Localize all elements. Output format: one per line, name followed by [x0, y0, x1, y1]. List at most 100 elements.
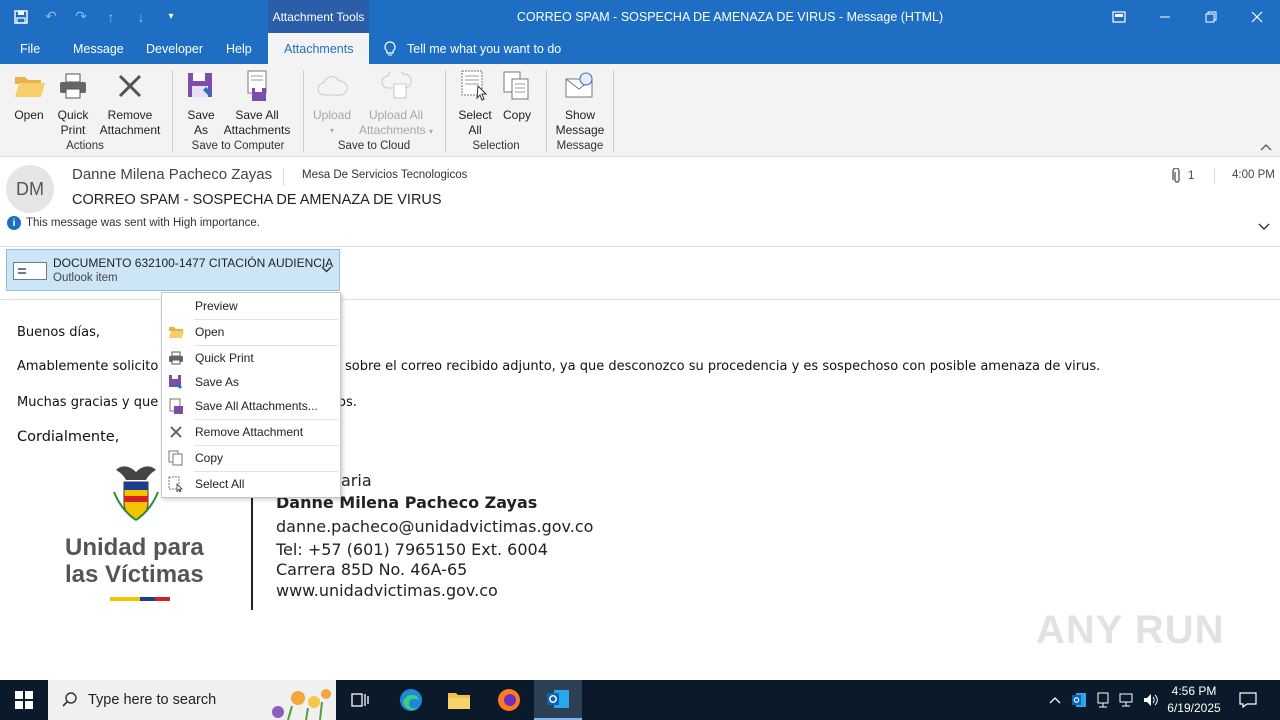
body-line1-end: sobre el correo recibido adjunto, ya que…: [345, 359, 1101, 374]
body-line1-start: Amablemente solicito: [17, 359, 159, 374]
select-all-icon: [167, 475, 185, 493]
restore-button[interactable]: [1188, 0, 1234, 33]
menu-item-preview[interactable]: Preview: [162, 294, 340, 318]
start-button[interactable]: [0, 680, 48, 720]
save-as-button[interactable]: Save As: [183, 68, 219, 138]
customize-toolbar-icon[interactable]: ▾: [158, 4, 184, 30]
tell-me-box[interactable]: Tell me what you want to do: [383, 33, 561, 64]
select-all-button[interactable]: Select All: [455, 68, 495, 138]
save-all-label-2: Attachments: [223, 123, 291, 137]
menu-item-copy[interactable]: Copy: [162, 446, 340, 470]
lightbulb-icon: [384, 40, 396, 55]
menu-item-save-as[interactable]: Save As: [162, 370, 340, 394]
collapse-ribbon-icon[interactable]: [1260, 142, 1272, 154]
printer-icon: [167, 349, 185, 367]
outlook-item-icon: [13, 262, 47, 280]
tab-attachments[interactable]: Attachments: [268, 33, 370, 64]
redo-icon[interactable]: ↷: [68, 4, 94, 30]
menu-item-open[interactable]: Open: [162, 320, 340, 344]
taskbar-file-explorer[interactable]: [435, 680, 483, 720]
attachment-item[interactable]: DOCUMENTO 632100-1477 CITACIÓN AUDIENCIA…: [6, 249, 340, 291]
logo-text-line-2: las Víctimas: [65, 561, 204, 588]
show-hidden-icons[interactable]: [1044, 680, 1066, 720]
show-message-button[interactable]: Show Message: [554, 68, 606, 138]
ribbon-display-options-icon[interactable]: [1096, 0, 1142, 33]
show-message-icon: [563, 68, 597, 104]
search-placeholder: Type here to search: [88, 692, 217, 708]
select-all-icon: [458, 68, 492, 104]
expand-header-icon[interactable]: [1258, 220, 1270, 234]
quick-print-button[interactable]: Quick Print: [53, 68, 93, 138]
importance-text: This message was sent with High importan…: [26, 217, 260, 229]
ribbon-group-selection: Select All Copy Selection: [447, 68, 545, 154]
logo-text: Unidad para las Víctimas: [65, 534, 204, 588]
tray-device[interactable]: [1092, 680, 1114, 720]
signature-website[interactable]: www.unidadvictimas.gov.co: [276, 581, 498, 600]
notifications-button[interactable]: [1234, 680, 1262, 720]
ribbon-group-save-to-computer: Save As Save All Attachments Save to Com…: [174, 68, 302, 154]
message-time: 4:00 PM: [1214, 168, 1275, 184]
ribbon-separator: [613, 70, 614, 152]
clock-date: 6/19/2025: [1167, 701, 1221, 715]
save-as-icon: [184, 68, 218, 104]
colombia-flag-stripe: [110, 597, 170, 601]
minimize-button[interactable]: [1142, 0, 1188, 33]
menu-label-preview: Preview: [195, 299, 238, 313]
select-all-label-1: Select: [458, 108, 492, 122]
taskbar-outlook[interactable]: [534, 680, 582, 720]
remove-x-icon: [167, 423, 185, 441]
remove-label-2: Attachment: [99, 123, 161, 137]
menu-item-save-all-attachments[interactable]: Save All Attachments...: [162, 394, 340, 418]
previous-item-icon[interactable]: ↑: [98, 4, 124, 30]
attachment-dropdown-icon[interactable]: [321, 262, 332, 276]
tray-outlook[interactable]: [1068, 680, 1090, 720]
save-icon[interactable]: [8, 4, 34, 30]
tab-file[interactable]: File: [16, 33, 44, 64]
tray-volume[interactable]: [1140, 680, 1162, 720]
upload-all-label-2: Attachments: [358, 123, 426, 137]
copy-button[interactable]: Copy: [499, 68, 535, 123]
recipient[interactable]: Mesa De Servicios Tecnologicos: [283, 168, 467, 186]
menu-label-save-as: Save As: [195, 375, 240, 389]
tab-message[interactable]: Message: [69, 33, 128, 64]
body-greeting: Buenos días,: [17, 325, 100, 340]
window-title: CORREO SPAM - SOSPECHA DE AMENAZA DE VIR…: [516, 9, 944, 24]
close-button[interactable]: [1234, 0, 1280, 33]
coat-of-arms-icon: [113, 466, 159, 521]
taskbar-edge[interactable]: [387, 680, 435, 720]
ribbon-separator: [546, 70, 547, 152]
search-flowers-icon: [272, 689, 331, 720]
sender-name[interactable]: Danne Milena Pacheco Zayas: [72, 166, 272, 183]
menu-label-copy: Copy: [195, 451, 224, 465]
title-bar: ↶ ↷ ↑ ↓ ▾ Attachment Tools CORREO SPAM -…: [0, 0, 1280, 33]
tab-developer[interactable]: Developer: [142, 33, 207, 64]
menu-label-open: Open: [195, 325, 225, 339]
signature-email[interactable]: danne.pacheco@unidadvictimas.gov.co: [276, 517, 593, 536]
next-item-icon[interactable]: ↓: [128, 4, 154, 30]
menu-item-quick-print[interactable]: Quick Print: [162, 346, 340, 370]
upload-all-attachments-button[interactable]: Upload All Attachments ▾: [355, 68, 437, 139]
taskbar-clock[interactable]: 4:56 PM 6/19/2025: [1160, 683, 1228, 717]
task-view-button[interactable]: [336, 680, 384, 720]
menu-item-remove-attachment[interactable]: Remove Attachment: [162, 420, 340, 444]
message-subject: CORREO SPAM - SOSPECHA DE AMENAZA DE VIR…: [72, 192, 442, 208]
menu-item-select-all[interactable]: Select All: [162, 472, 340, 496]
ribbon-group-save-to-cloud: Upload ▾ Upload All Attachments ▾ Save t…: [305, 68, 443, 154]
undo-icon[interactable]: ↶: [38, 4, 64, 30]
save-all-attachments-button[interactable]: Save All Attachments: [222, 68, 292, 138]
upload-all-icon: [379, 68, 413, 104]
avatar[interactable]: DM: [6, 165, 54, 213]
signature-role: aria: [341, 471, 372, 490]
upload-button[interactable]: Upload ▾: [311, 68, 353, 138]
taskbar-search[interactable]: Type here to search: [48, 680, 336, 720]
tray-network[interactable]: [1116, 680, 1138, 720]
remove-attachment-button[interactable]: Remove Attachment: [96, 68, 164, 138]
taskbar-firefox[interactable]: [485, 680, 533, 720]
open-button[interactable]: Open: [10, 68, 48, 123]
attachment-tools-label: Attachment Tools: [268, 0, 369, 33]
ribbon-group-message: Show Message Message: [548, 68, 612, 154]
tab-help[interactable]: Help: [222, 33, 256, 64]
windows-icon: [15, 691, 33, 709]
folder-open-icon: [167, 323, 185, 341]
ribbon-group-actions: Open Quick Print Remove Attachment Actio…: [0, 68, 170, 154]
